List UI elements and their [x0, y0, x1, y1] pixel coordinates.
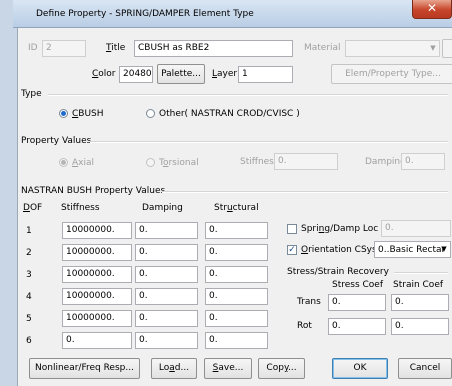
layer-field[interactable]: 1	[238, 66, 293, 83]
strain-coef-header: Strain Coef	[393, 280, 444, 290]
close-button[interactable]: ✕	[412, 0, 452, 19]
structural-field[interactable]: 0.	[205, 222, 268, 239]
damping-field[interactable]: 0.	[401, 153, 445, 170]
damping-field[interactable]: 0.	[135, 310, 198, 327]
stiffness-field[interactable]: 10000000.	[62, 222, 132, 239]
cancel-button[interactable]: Cancel	[398, 358, 452, 379]
title-field[interactable]: CBUSH as RBE2	[134, 40, 293, 57]
radio-torsional-label: Torsional	[159, 158, 199, 168]
dof-label: 1	[26, 226, 32, 236]
save-button[interactable]: Save...	[204, 358, 252, 379]
title-bar[interactable]: Define Property - SPRING/DAMPER Element …	[13, 0, 452, 28]
orientation-csys-select[interactable]: 0..Basic Rectar ▼	[374, 241, 451, 258]
dof-label: 2	[26, 248, 32, 258]
damping-field[interactable]: 0.	[135, 244, 198, 261]
radio-cbush[interactable]	[59, 109, 68, 118]
stiffness-field[interactable]: 10000000.	[62, 266, 132, 283]
id-field[interactable]: 2	[42, 40, 86, 57]
dof-label: 4	[26, 292, 32, 302]
structural-field[interactable]: 0.	[205, 244, 268, 261]
elem-property-type-button[interactable]: Elem/Property Type...	[331, 64, 452, 84]
id-label: ID	[28, 43, 38, 53]
dialog-body: ID 2 Title CBUSH as RBE2 Material ▼ Colo…	[17, 28, 452, 386]
spring-damp-loc-checkbox[interactable]	[287, 224, 297, 234]
stress-coef-header: Stress Coef	[332, 280, 384, 290]
layer-label: Layer	[212, 69, 238, 79]
stiffness-field[interactable]: 10000000.	[62, 288, 132, 305]
color-field[interactable]: 20480	[119, 66, 153, 83]
damping-label: Damping	[365, 157, 406, 167]
spring-damp-loc-label: Spring/Damp Loc	[301, 224, 379, 234]
structural-field[interactable]: 0.	[205, 332, 268, 349]
type-divider	[48, 94, 448, 96]
damping-field[interactable]: 0.	[135, 222, 198, 239]
stiffness-field[interactable]: 0.	[274, 153, 338, 170]
recovery-divider	[394, 272, 448, 274]
structural-field[interactable]: 0.	[205, 310, 268, 327]
structural-field[interactable]: 0.	[205, 288, 268, 305]
trans-stress-field[interactable]: 0.	[328, 294, 386, 311]
material-select[interactable]: ▼	[345, 40, 440, 57]
damping-field[interactable]: 0.	[135, 266, 198, 283]
ok-button[interactable]: OK	[332, 358, 388, 379]
chevron-down-icon: ▼	[441, 245, 447, 253]
dof-header: DOF	[23, 203, 43, 213]
palette-button[interactable]: Palette...	[157, 64, 205, 84]
bush-group-label: NASTRAN BUSH Property Values	[21, 186, 166, 196]
rot-label: Rot	[297, 321, 312, 331]
radio-other-label: Other( NASTRAN CROD/CVISC )	[159, 109, 300, 119]
spring-damp-loc-field[interactable]: 0.	[381, 220, 451, 237]
orientation-csys-value: 0..Basic Rectar	[378, 245, 446, 255]
radio-axial[interactable]	[59, 158, 68, 167]
property-values-label: Property Values	[21, 136, 92, 146]
dof-label: 6	[26, 336, 32, 346]
orientation-csys-checkbox[interactable]: ✓	[287, 245, 297, 255]
trans-label: Trans	[297, 297, 321, 307]
radio-torsional[interactable]	[146, 158, 155, 167]
stiffness-field[interactable]: 10000000.	[62, 310, 132, 327]
damping-header: Damping	[142, 203, 183, 213]
stiffness-field[interactable]: 0.	[62, 332, 132, 349]
structural-header: Structural	[214, 203, 259, 213]
bush-divider	[162, 191, 448, 193]
stiffness-field[interactable]: 10000000.	[62, 244, 132, 261]
orientation-csys-label: Orientation CSys	[301, 245, 377, 255]
rot-strain-field[interactable]: 0.	[391, 318, 449, 335]
property-values-divider	[90, 141, 448, 143]
check-icon: ✓	[288, 245, 296, 255]
damping-field[interactable]: 0.	[135, 288, 198, 305]
trans-strain-field[interactable]: 0.	[391, 294, 449, 311]
stiffness-header: Stiffness	[61, 203, 100, 213]
rot-stress-field[interactable]: 0.	[328, 318, 386, 335]
copy-button[interactable]: Copy...	[258, 358, 305, 379]
dof-label: 5	[26, 314, 32, 324]
chevron-down-icon: ▼	[430, 44, 436, 52]
title-label: Title	[106, 43, 126, 53]
material-pick-button[interactable]	[442, 39, 452, 58]
damping-field[interactable]: 0.	[135, 332, 198, 349]
dof-label: 3	[26, 270, 32, 280]
stiffness-label: Stiffness	[240, 157, 279, 167]
load-button[interactable]: Load...	[151, 358, 197, 379]
color-label: Color	[92, 69, 116, 79]
radio-cbush-label: CBUSH	[72, 109, 104, 119]
material-label: Material	[304, 43, 341, 53]
radio-axial-label: Axial	[72, 158, 95, 168]
close-icon: ✕	[426, 1, 438, 15]
structural-field[interactable]: 0.	[205, 266, 268, 283]
radio-other[interactable]	[146, 109, 155, 118]
nonlinear-freq-resp-button[interactable]: Nonlinear/Freq Resp...	[29, 358, 140, 379]
window-title: Define Property - SPRING/DAMPER Element …	[36, 9, 254, 19]
type-group-label: Type	[21, 89, 42, 99]
recovery-group-label: Stress/Strain Recovery	[287, 267, 389, 277]
